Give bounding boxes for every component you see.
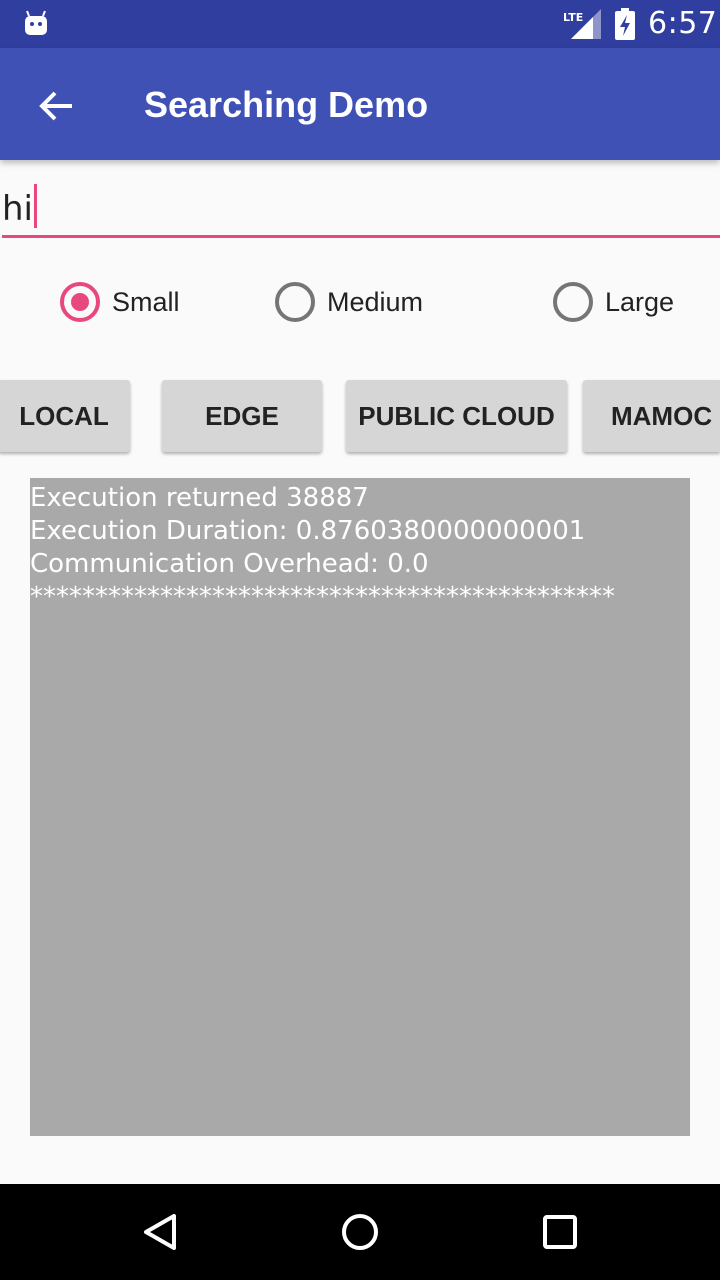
navigation-bar [0, 1184, 720, 1280]
arrow-back-icon[interactable] [28, 78, 84, 134]
android-debug-icon [25, 10, 47, 35]
home-circle-icon[interactable] [336, 1208, 384, 1256]
output-line: Execution Duration: 0.8760380000000001 [30, 516, 586, 546]
mamoc-button[interactable]: MAMOC [583, 380, 720, 452]
app-bar: Searching Demo [0, 48, 720, 160]
radio-label-medium[interactable]: Medium [327, 287, 423, 318]
output-panel: Execution returned 38887 Execution Durat… [30, 478, 690, 1136]
edge-button[interactable]: EDGE [162, 380, 322, 452]
radio-label-small[interactable]: Small [112, 287, 180, 318]
radio-checked-icon[interactable] [60, 282, 100, 322]
battery-charging-icon [615, 8, 635, 40]
radio-small[interactable]: Small [60, 278, 180, 326]
search-input[interactable]: hi [2, 178, 720, 238]
radio-unchecked-icon[interactable] [275, 282, 315, 322]
output-line: Communication Overhead: 0.0 [30, 549, 429, 579]
output-separator: ****************************************… [30, 582, 615, 612]
search-input-value[interactable]: hi [2, 189, 33, 229]
local-button[interactable]: LOCAL [0, 380, 130, 452]
radio-large[interactable]: Large [553, 278, 674, 326]
lte-signal-icon: LTE [563, 9, 601, 39]
public-cloud-button[interactable]: PUBLIC CLOUD [346, 380, 567, 452]
svg-text:LTE: LTE [563, 11, 583, 24]
size-radio-group: Small Medium Large [0, 270, 720, 334]
text-cursor [34, 184, 37, 228]
radio-medium[interactable]: Medium [275, 278, 423, 326]
status-bar: LTE 6:57 [0, 0, 720, 48]
recents-square-icon[interactable] [536, 1208, 584, 1256]
radio-unchecked-icon[interactable] [553, 282, 593, 322]
output-line: Execution returned 38887 [30, 483, 369, 513]
radio-label-large[interactable]: Large [605, 287, 674, 318]
page-title: Searching Demo [144, 84, 429, 125]
status-time: 6:57 [648, 6, 718, 41]
back-triangle-icon[interactable] [136, 1208, 184, 1256]
